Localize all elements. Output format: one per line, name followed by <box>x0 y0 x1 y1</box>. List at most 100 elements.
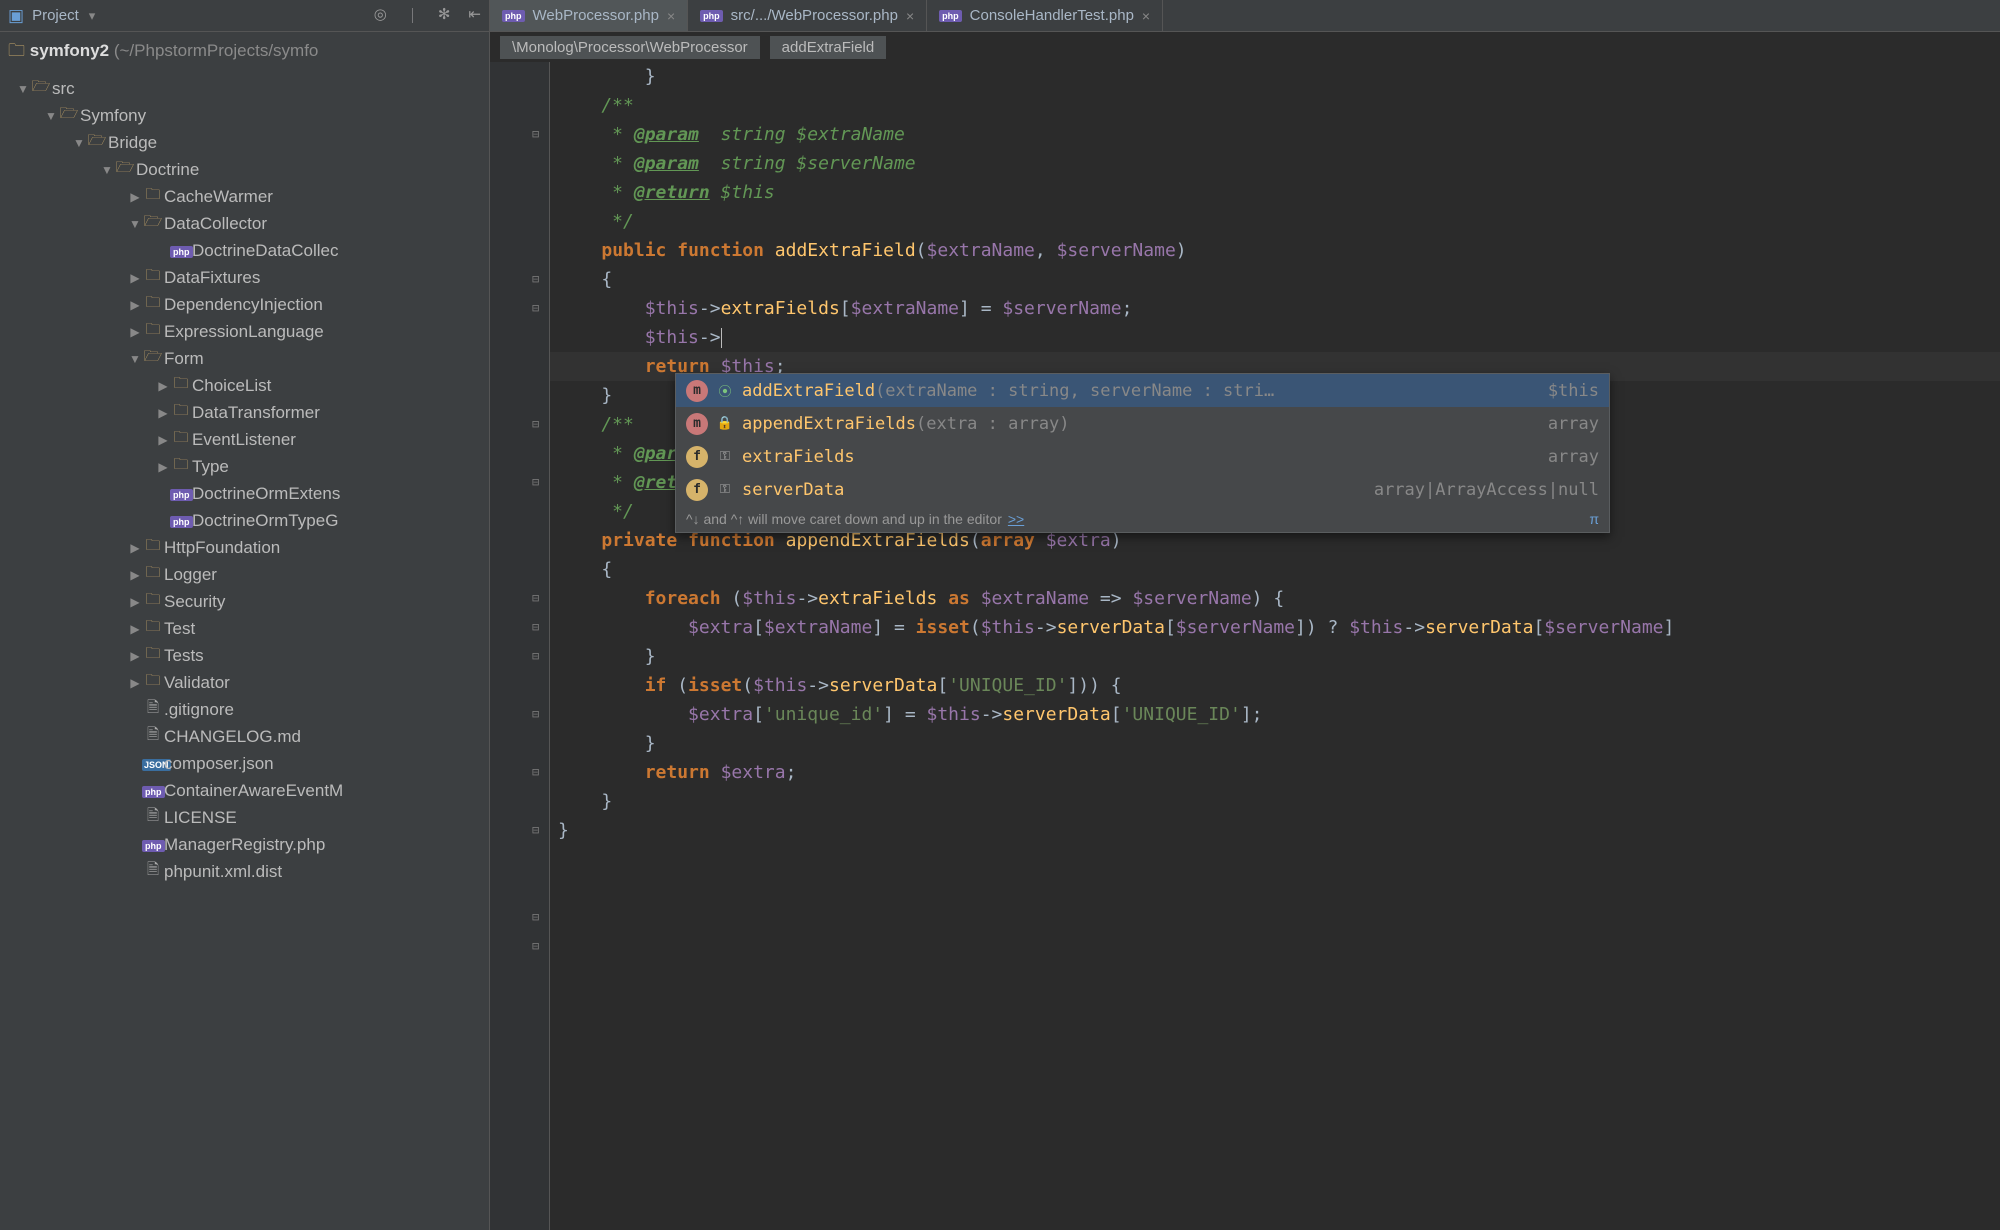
fold-icon[interactable]: ⊟ <box>532 766 544 778</box>
fold-icon[interactable]: ⊟ <box>532 273 544 285</box>
tree-row[interactable]: ▶🗀ExpressionLanguage <box>0 318 489 345</box>
chevron-right-icon[interactable]: ▶ <box>128 298 142 312</box>
fold-icon[interactable]: ⊟ <box>532 650 544 662</box>
chevron-down-icon[interactable]: ▾ <box>89 8 96 24</box>
fold-icon[interactable]: ⊟ <box>532 621 544 633</box>
tree-row[interactable]: ▼🗁Symfony <box>0 102 489 129</box>
chevron-right-icon[interactable]: ▶ <box>156 460 170 474</box>
chevron-down-icon[interactable]: ▼ <box>72 136 86 150</box>
tree-row[interactable]: ▶🗀Logger <box>0 561 489 588</box>
folder-icon: 🗀 <box>142 643 164 668</box>
tree-row[interactable]: ▶🗀Test <box>0 615 489 642</box>
chevron-right-icon[interactable]: ▶ <box>128 622 142 636</box>
tree-row[interactable]: ▼🗁Bridge <box>0 129 489 156</box>
tree-row[interactable]: phpDoctrineOrmTypeG <box>0 507 489 534</box>
tree-row[interactable]: ▶🗀DataTransformer <box>0 399 489 426</box>
chevron-right-icon[interactable]: ▶ <box>156 433 170 447</box>
chevron-right-icon[interactable]: ▶ <box>128 541 142 555</box>
tree-row[interactable]: phpDoctrineOrmExtens <box>0 480 489 507</box>
chevron-down-icon[interactable]: ▼ <box>44 109 58 123</box>
tree-row[interactable]: phpManagerRegistry.php <box>0 831 489 858</box>
chevron-right-icon[interactable]: ▶ <box>128 676 142 690</box>
tree-row[interactable]: phpContainerAwareEventM <box>0 777 489 804</box>
php-file-icon: php <box>142 836 164 853</box>
fold-icon[interactable]: ⊟ <box>532 476 544 488</box>
chevron-down-icon[interactable]: ▼ <box>128 352 142 366</box>
breadcrumb-method[interactable]: addExtraField <box>770 36 887 59</box>
tree-row[interactable]: ▶🗀Type <box>0 453 489 480</box>
tree-row[interactable]: 🗎phpunit.xml.dist <box>0 858 489 885</box>
chevron-right-icon[interactable]: ▶ <box>128 325 142 339</box>
chevron-right-icon[interactable]: ▶ <box>128 568 142 582</box>
close-icon[interactable]: × <box>906 8 914 24</box>
chevron-down-icon[interactable]: ▼ <box>100 163 114 177</box>
fold-icon[interactable]: ⊟ <box>532 128 544 140</box>
tree-item-label: ExpressionLanguage <box>164 322 324 342</box>
file-icon: 🗎 <box>142 859 164 884</box>
tree-item-label: DataTransformer <box>192 403 320 423</box>
tree-row[interactable]: ▶🗀Tests <box>0 642 489 669</box>
tree-row[interactable]: 🗎LICENSE <box>0 804 489 831</box>
project-view-label[interactable]: Project <box>32 7 79 24</box>
tree-item-label: Security <box>164 592 225 612</box>
target-icon[interactable]: ◎ <box>374 5 387 26</box>
fold-icon[interactable]: ⊟ <box>532 940 544 952</box>
completion-hint-link[interactable]: >> <box>1008 511 1024 527</box>
chevron-right-icon[interactable]: ▶ <box>128 271 142 285</box>
public-icon: ⦿ <box>718 384 732 398</box>
gear-icon[interactable]: ✻ <box>438 5 451 26</box>
chevron-down-icon[interactable]: ▼ <box>16 82 30 96</box>
php-file-icon: php <box>939 10 962 22</box>
tree-row[interactable]: ▼🗁src <box>0 75 489 102</box>
completion-popup: m⦿addExtraField(extraName : string, serv… <box>675 373 1610 533</box>
tree-row[interactable]: ▶🗀Security <box>0 588 489 615</box>
collapse-icon[interactable]: ⇤ <box>468 5 481 26</box>
line-icon[interactable]: ｜ <box>405 5 420 26</box>
tree-row[interactable]: ▶🗀CacheWarmer <box>0 183 489 210</box>
chevron-down-icon[interactable]: ▼ <box>128 217 142 231</box>
chevron-right-icon[interactable]: ▶ <box>156 379 170 393</box>
completion-item[interactable]: m⦿addExtraField(extraName : string, serv… <box>676 374 1609 407</box>
tree-row[interactable]: 🗎CHANGELOG.md <box>0 723 489 750</box>
tree-row[interactable]: ▶🗀Validator <box>0 669 489 696</box>
chevron-right-icon[interactable]: ▶ <box>128 190 142 204</box>
completion-item[interactable]: m🔒appendExtraFields(extra : array)array <box>676 407 1609 440</box>
code-editor[interactable]: ⊟⊟⊟⊟⊟⊟⊟⊟⊟⊟⊟⊟⊟ } /** * @param string $ext… <box>490 62 2000 1230</box>
tab-label: WebProcessor.php <box>533 7 659 24</box>
fold-icon[interactable]: ⊟ <box>532 824 544 836</box>
tree-row[interactable]: phpDoctrineDataCollec <box>0 237 489 264</box>
close-icon[interactable]: × <box>1142 8 1150 24</box>
completion-item[interactable]: f⚿serverDataarray|ArrayAccess|null <box>676 473 1609 506</box>
tree-row[interactable]: ▶🗀DependencyInjection <box>0 291 489 318</box>
tree-row[interactable]: ▼🗁Doctrine <box>0 156 489 183</box>
close-icon[interactable]: × <box>667 8 675 24</box>
editor-tab[interactable]: phpWebProcessor.php× <box>490 0 688 31</box>
tree-row[interactable]: ▶🗀EventListener <box>0 426 489 453</box>
tree-row[interactable]: ▼🗁DataCollector <box>0 210 489 237</box>
chevron-right-icon[interactable]: ▶ <box>156 406 170 420</box>
fold-icon[interactable]: ⊟ <box>532 418 544 430</box>
fold-icon[interactable]: ⊟ <box>532 911 544 923</box>
project-root-row[interactable]: 🗀 symfony2 (~/PhpstormProjects/symfo <box>0 32 489 73</box>
tree-row[interactable]: JSONcomposer.json <box>0 750 489 777</box>
tree-row[interactable]: ▼🗁Form <box>0 345 489 372</box>
breadcrumb-namespace[interactable]: \Monolog\Processor\WebProcessor <box>500 36 760 59</box>
php-file-icon: php <box>170 242 192 259</box>
editor-tab[interactable]: phpConsoleHandlerTest.php× <box>927 0 1163 31</box>
tree-item-label: Test <box>164 619 195 639</box>
fold-icon[interactable]: ⊟ <box>532 708 544 720</box>
chevron-right-icon[interactable]: ▶ <box>128 595 142 609</box>
pi-icon[interactable]: π <box>1589 511 1599 527</box>
fold-icon[interactable]: ⊟ <box>532 592 544 604</box>
completion-item[interactable]: f⚿extraFieldsarray <box>676 440 1609 473</box>
tree-row[interactable]: ▶🗀ChoiceList <box>0 372 489 399</box>
fold-icon[interactable]: ⊟ <box>532 302 544 314</box>
tree-item-label: DoctrineOrmExtens <box>192 484 340 504</box>
folder-icon: 🗀 <box>142 319 164 344</box>
editor-tab[interactable]: phpsrc/.../WebProcessor.php× <box>688 0 927 31</box>
chevron-right-icon[interactable]: ▶ <box>128 649 142 663</box>
tree-row[interactable]: ▶🗀DataFixtures <box>0 264 489 291</box>
completion-return-type: array <box>1548 447 1599 467</box>
tree-row[interactable]: ▶🗀HttpFoundation <box>0 534 489 561</box>
tree-row[interactable]: 🗎.gitignore <box>0 696 489 723</box>
